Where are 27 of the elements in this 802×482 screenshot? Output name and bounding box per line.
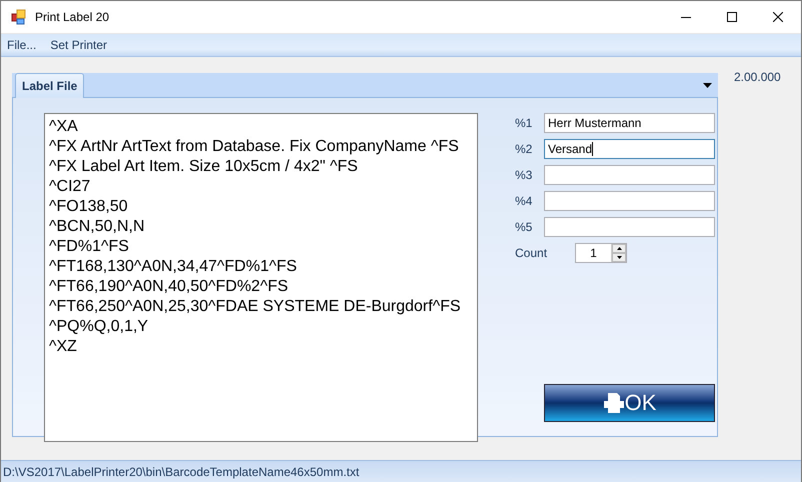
close-icon [773, 12, 783, 22]
field-label: %4 [515, 194, 534, 208]
count-label: Count [515, 246, 548, 260]
tab[interactable]: Label File [15, 73, 84, 98]
menu-item[interactable]: File... [3, 38, 44, 52]
menu-item[interactable]: Set Printer [46, 38, 116, 52]
file-path: D:\VS2017\LabelPrinter20\bin\BarcodeTemplateName46x50mm.txt [2, 464, 360, 478]
field-label: %1 [515, 116, 534, 130]
input-field[interactable] [544, 217, 715, 237]
app-icon [11, 9, 27, 25]
maximize-icon [727, 12, 737, 22]
spin-up-icon[interactable] [612, 244, 626, 253]
label-code-editor[interactable]: ^XA ^FX ArtNr ArtText from Database. Fix CompanyName ^FS ^FX Label Art Item. Size 10x5cm / 4x2" ^FS ^CI27 ^FO138,50 ^BCN,50,N,N ^FD%1^FS ^FT168,130^A0N,34,47^FD%1^FS ^FT66,190^A0N,40,50^FD%2^FS ^FT66,250^A0N,25,30^FDAE SYSTEME DE-Burgdorf^FS ^PQ%Q,0,1,Y ^XZ [44, 113, 478, 442]
input-field[interactable] [544, 165, 715, 185]
field-label: %5 [515, 220, 534, 234]
field-label: %2 [515, 142, 534, 156]
version-label: 2.00.000 [734, 70, 781, 84]
count-spinner[interactable]: 1 [575, 243, 627, 263]
ok-button[interactable]: OK [544, 384, 715, 422]
dropdown-arrow-icon[interactable] [703, 82, 712, 88]
minimize-icon [681, 16, 691, 18]
spin-down-icon[interactable] [612, 253, 626, 262]
input-field[interactable]: Versand [544, 139, 715, 159]
input-field[interactable]: Herr Mustermann [544, 113, 715, 133]
field-label: %3 [515, 168, 534, 182]
window-title: Print Label 20 [35, 10, 110, 24]
input-field[interactable] [544, 191, 715, 211]
